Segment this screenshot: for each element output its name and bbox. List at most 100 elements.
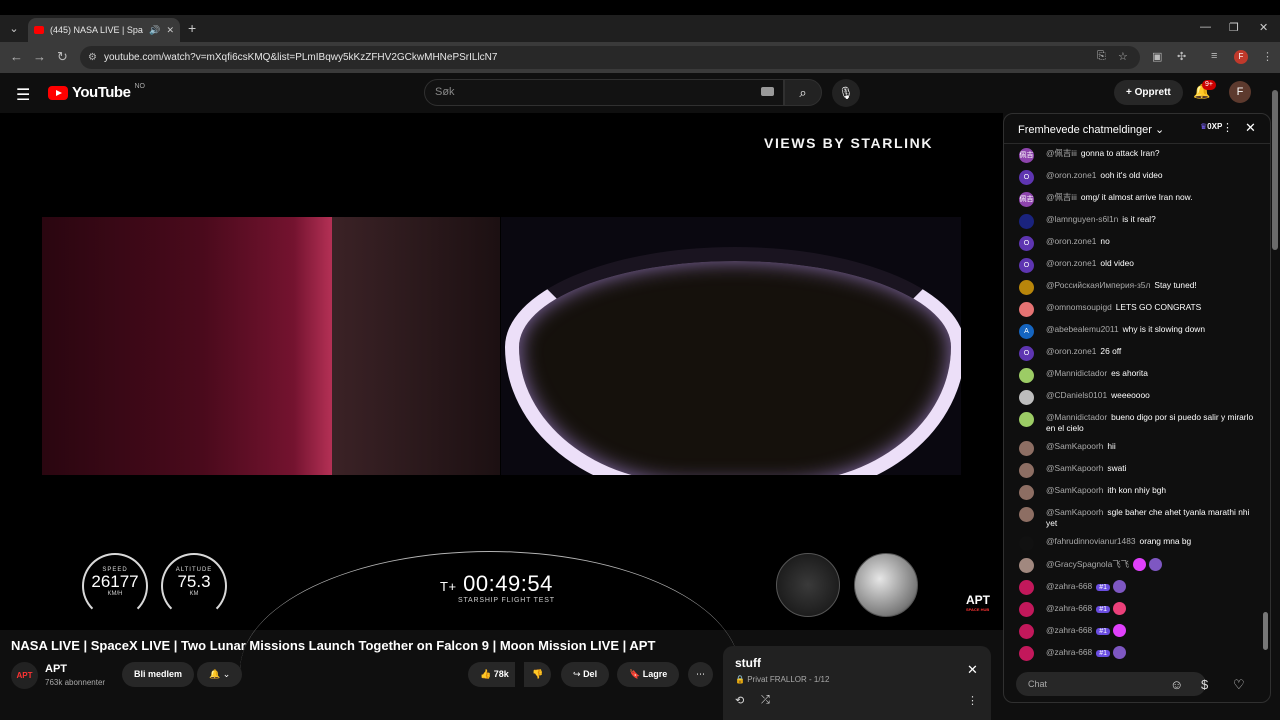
chat-author-name[interactable]: @zahra-668 — [1046, 625, 1092, 635]
chat-message[interactable]: @lamnguyen-s6l1n is it real? — [1004, 210, 1270, 232]
playlist-menu-icon[interactable]: ⋮ — [967, 694, 978, 707]
share-button[interactable]: ↪ Del — [561, 662, 610, 687]
chat-author-name[interactable]: @佩吉iii — [1046, 192, 1077, 202]
super-chat-icon[interactable]: $ — [1201, 677, 1208, 692]
loop-icon[interactable]: ⟲ — [735, 694, 744, 707]
more-actions-button[interactable]: ⋯ — [688, 662, 713, 687]
audio-playing-icon[interactable]: 🔊 — [149, 25, 160, 36]
chat-author-name[interactable]: @abebealemu2011 — [1046, 324, 1119, 334]
chat-author-name[interactable]: @omnomsoupigd — [1046, 302, 1112, 312]
browser-tab[interactable]: (445) NASA LIVE | SpaceX LI 🔊 ✕ — [28, 18, 180, 42]
chat-author-avatar[interactable] — [1019, 558, 1034, 573]
chat-author-avatar[interactable]: O — [1019, 258, 1034, 273]
heart-icon[interactable]: ♡ — [1233, 677, 1245, 693]
chat-author-avatar[interactable] — [1019, 441, 1034, 456]
chat-message[interactable]: @SamKapoorh sgle baher che ahet tyanla ma… — [1004, 503, 1270, 532]
extension-icon[interactable]: ▣ — [1152, 50, 1162, 63]
chat-author-name[interactable]: @Mannidictador — [1046, 368, 1107, 378]
chat-author-avatar[interactable] — [1019, 646, 1034, 661]
tab-close-icon[interactable]: ✕ — [166, 25, 174, 36]
join-button[interactable]: Bli medlem — [122, 662, 195, 687]
chat-author-name[interactable]: @lamnguyen-s6l1n — [1046, 214, 1118, 224]
chat-message[interactable]: @zahra-668 #1 — [1004, 576, 1270, 598]
chat-scroll-thumb[interactable] — [1263, 612, 1268, 650]
subscribed-bell-button[interactable]: 🔔 ⌄ — [197, 662, 243, 687]
chat-author-avatar[interactable] — [1019, 280, 1034, 295]
chat-message[interactable]: O @oron.zone1 old video — [1004, 254, 1270, 276]
chat-author-avatar[interactable] — [1019, 302, 1034, 317]
chat-author-avatar[interactable]: 佩吉 — [1019, 192, 1034, 207]
chat-message[interactable]: @zahra-668 #1 — [1004, 642, 1270, 664]
chat-author-avatar[interactable] — [1019, 624, 1034, 639]
chat-author-name[interactable]: @fahrudinnovianur1483 — [1046, 536, 1136, 546]
chat-author-name[interactable]: @oron.zone1 — [1046, 236, 1096, 246]
chat-message[interactable]: @GracySpagnola飞飞 — [1004, 554, 1270, 576]
chat-message[interactable]: O @oron.zone1 no — [1004, 232, 1270, 254]
xp-badge[interactable]: ♛0XP — [1200, 122, 1222, 131]
chat-message[interactable]: A @abebealemu2011 why is it slowing down — [1004, 320, 1270, 342]
chat-scrollbar[interactable] — [1263, 150, 1268, 665]
chat-author-name[interactable]: @zahra-668 — [1046, 603, 1092, 613]
forward-icon[interactable]: → — [33, 49, 46, 64]
minimize-icon[interactable]: — — [1200, 21, 1211, 33]
playlist-title[interactable]: stuff — [735, 656, 761, 670]
chat-message[interactable]: @Mannidictador es ahorita — [1004, 364, 1270, 386]
chat-message[interactable]: @SamKapoorh hii — [1004, 437, 1270, 459]
install-app-icon[interactable]: ⎘ — [1097, 50, 1106, 63]
chat-close-icon[interactable]: ✕ — [1245, 120, 1256, 136]
bookmark-star-icon[interactable]: ☆ — [1118, 50, 1128, 63]
back-icon[interactable]: ← — [10, 49, 23, 64]
chat-author-avatar[interactable] — [1019, 485, 1034, 500]
menu-icon[interactable]: ☰ — [16, 85, 30, 105]
account-avatar[interactable]: F — [1229, 81, 1251, 103]
save-button[interactable]: 🔖 Lagre — [617, 662, 680, 687]
chat-author-avatar[interactable]: O — [1019, 346, 1034, 361]
channel-avatar[interactable]: APT — [11, 662, 38, 689]
chat-author-name[interactable]: @SamKapoorh — [1046, 485, 1103, 495]
chat-author-name[interactable]: @佩吉iii — [1046, 148, 1077, 158]
create-button[interactable]: + Opprett — [1114, 80, 1183, 105]
chat-author-name[interactable]: @Mannidictador — [1046, 412, 1107, 422]
chat-mode-dropdown[interactable]: Fremhevede chatmeldinger ⌄ — [1018, 123, 1164, 136]
chat-message[interactable]: @zahra-668 #1 — [1004, 620, 1270, 642]
chat-author-name[interactable]: @oron.zone1 — [1046, 258, 1096, 268]
reload-icon[interactable]: ↻ — [57, 49, 68, 65]
playlist-close-icon[interactable]: ✕ — [967, 662, 978, 678]
page-scrollbar[interactable] — [1272, 90, 1278, 250]
chat-message[interactable]: @SamKapoorh swati — [1004, 459, 1270, 481]
chat-author-avatar[interactable]: A — [1019, 324, 1034, 339]
chat-author-name[interactable]: @zahra-668 — [1046, 581, 1092, 591]
video-player[interactable]: VIEWS BY STARLINK SPEED 26177 KM/H ALTIT… — [0, 113, 1003, 630]
search-input[interactable]: Søk — [424, 79, 784, 106]
chat-author-name[interactable]: @CDaniels0101 — [1046, 390, 1107, 400]
chat-author-avatar[interactable]: 佩吉 — [1019, 148, 1034, 163]
chat-author-name[interactable]: @oron.zone1 — [1046, 170, 1096, 180]
chat-message[interactable]: @fahrudinnovianur1483 orang mna bg — [1004, 532, 1270, 554]
chat-author-avatar[interactable] — [1019, 536, 1034, 551]
chat-author-name[interactable]: @SamKapoorh — [1046, 441, 1103, 451]
media-control-icon[interactable]: ≡ — [1211, 50, 1217, 62]
chat-message-list[interactable]: 佩吉 @佩吉iii gonna to attack Iran? O @oron.zone… — [1004, 144, 1270, 666]
keyboard-icon[interactable] — [761, 87, 774, 96]
chat-message[interactable]: @Mannidictador bueno digo por si puedo sa… — [1004, 408, 1270, 437]
chat-author-avatar[interactable]: O — [1019, 170, 1034, 185]
search-button[interactable]: ⌕ — [784, 79, 822, 106]
chat-author-name[interactable]: @SamKapoorh — [1046, 463, 1103, 473]
chat-author-avatar[interactable] — [1019, 390, 1034, 405]
chat-message[interactable]: @CDaniels0101 weeeoooo — [1004, 386, 1270, 408]
channel-name[interactable]: APT — [45, 663, 67, 675]
chat-author-avatar[interactable] — [1019, 580, 1034, 595]
browser-profile-avatar[interactable]: F — [1234, 50, 1248, 64]
chat-author-name[interactable]: @oron.zone1 — [1046, 346, 1096, 356]
youtube-logo[interactable]: YouTube NO — [48, 83, 145, 101]
chat-message[interactable]: @SamKapoorh ith kon nhiy bgh — [1004, 481, 1270, 503]
chat-author-name[interactable]: @GracySpagnola飞飞 — [1046, 559, 1129, 569]
chat-author-avatar[interactable] — [1019, 507, 1034, 522]
chat-author-avatar[interactable] — [1019, 214, 1034, 229]
chat-author-avatar[interactable]: O — [1019, 236, 1034, 251]
chat-author-name[interactable]: @SamKapoorh — [1046, 507, 1103, 517]
chat-author-avatar[interactable] — [1019, 412, 1034, 427]
chat-message[interactable]: O @oron.zone1 ooh it's old video — [1004, 166, 1270, 188]
chat-author-avatar[interactable] — [1019, 368, 1034, 383]
puzzle-extensions-icon[interactable]: ✣ — [1177, 50, 1186, 63]
